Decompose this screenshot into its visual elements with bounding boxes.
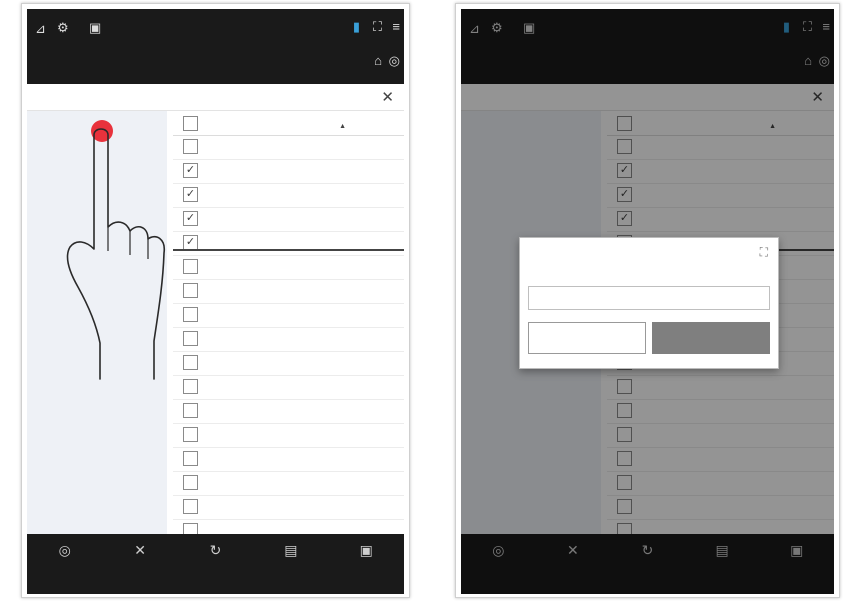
table-row[interactable]: [173, 279, 404, 304]
table-row[interactable]: [173, 423, 404, 448]
target-icon: ◎: [58, 542, 71, 558]
camera-icon[interactable]: ▣: [89, 20, 101, 36]
row-checkbox[interactable]: [183, 451, 198, 466]
toolbar-item-1[interactable]: ✕: [105, 542, 175, 563]
table-row[interactable]: [173, 375, 404, 400]
toolbar-item-4[interactable]: ▣: [331, 542, 401, 563]
table-row[interactable]: ✓: [173, 183, 404, 208]
clear-icon: ✕: [134, 542, 146, 558]
cancel-button[interactable]: [528, 322, 646, 354]
sub-icon-b[interactable]: ◎: [389, 53, 400, 69]
sort-arrow-icon[interactable]: ▲: [339, 123, 346, 130]
table-header: ▲: [173, 111, 404, 136]
row-checkbox[interactable]: [183, 427, 198, 442]
toolbar-item-2[interactable]: ↻: [181, 542, 251, 563]
row-checkbox[interactable]: [183, 523, 198, 534]
table-row[interactable]: [173, 471, 404, 496]
row-divider: [173, 249, 404, 251]
row-checkbox-checked[interactable]: ✓: [183, 211, 198, 226]
table-row[interactable]: [173, 255, 404, 280]
table-row[interactable]: [173, 447, 404, 472]
table-row[interactable]: [173, 303, 404, 328]
left-phone-screen: ⊿ ⚙ ▣ ▮ ⛶ ≡ ⌂ ◎ ✕ ▲ ✓ ✓ ✓ ✓ ◎ ✕ ↻ ▤ ▣: [27, 9, 404, 594]
row-checkbox-checked[interactable]: ✓: [183, 187, 198, 202]
row-checkbox-checked[interactable]: ✓: [183, 163, 198, 178]
settings-icon[interactable]: ⚙: [57, 20, 69, 36]
top-bar: ⊿ ⚙ ▣ ▮ ⛶ ≡ ⌂ ◎: [27, 9, 404, 84]
row-checkbox[interactable]: [183, 475, 198, 490]
add-favorite-list-dialog: ⛶: [519, 237, 779, 369]
table-row[interactable]: [173, 351, 404, 376]
row-checkbox-checked[interactable]: ✓: [183, 235, 198, 250]
dialog-close-icon[interactable]: ⛶: [760, 245, 768, 260]
right-phone-screen: ⊿ ⚙ ▣ ▮ ⛶ ≡ ⌂ ◎ ✕ ▲ ✓✓✓✓ ◎✕↻▤▣ ⛶: [461, 9, 834, 594]
menu-icon[interactable]: ≡: [392, 19, 400, 34]
table-row[interactable]: ✓: [173, 207, 404, 232]
select-all-checkbox[interactable]: [183, 116, 198, 131]
table-row[interactable]: [173, 135, 404, 160]
save-button[interactable]: [652, 322, 770, 354]
group-name-input[interactable]: [528, 286, 770, 310]
row-checkbox[interactable]: [183, 355, 198, 370]
row-checkbox[interactable]: [183, 331, 198, 346]
close-icon[interactable]: ✕: [381, 88, 394, 106]
row-checkbox[interactable]: [183, 283, 198, 298]
bottom-toolbar: ◎ ✕ ↻ ▤ ▣: [27, 534, 404, 594]
panel-header: ✕: [27, 84, 404, 111]
row-checkbox[interactable]: [183, 259, 198, 274]
toolbar-item-3[interactable]: ▤: [256, 542, 326, 563]
table-row[interactable]: [173, 399, 404, 424]
refresh-icon: ↻: [209, 542, 222, 558]
row-checkbox[interactable]: [183, 499, 198, 514]
sub-icon-a[interactable]: ⌂: [374, 53, 382, 68]
row-checkbox[interactable]: [183, 139, 198, 154]
table-row[interactable]: ✓: [173, 231, 404, 256]
battery-icon: ▮: [352, 19, 360, 34]
hand-pointer-icon: [66, 120, 166, 380]
row-checkbox[interactable]: [183, 403, 198, 418]
signal-icon: ⊿: [35, 21, 46, 36]
row-checkbox[interactable]: [183, 379, 198, 394]
table-row[interactable]: ✓: [173, 159, 404, 184]
table-row[interactable]: [173, 519, 404, 534]
expand-icon[interactable]: ⛶: [373, 19, 382, 35]
save-data-icon: ▣: [359, 542, 373, 558]
table-row[interactable]: [173, 495, 404, 520]
table-row[interactable]: [173, 327, 404, 352]
data-table: ▲ ✓ ✓ ✓ ✓: [173, 111, 404, 534]
toolbar-item-0[interactable]: ◎: [30, 542, 100, 563]
favorites-icon: ▤: [284, 542, 298, 558]
row-checkbox[interactable]: [183, 307, 198, 322]
